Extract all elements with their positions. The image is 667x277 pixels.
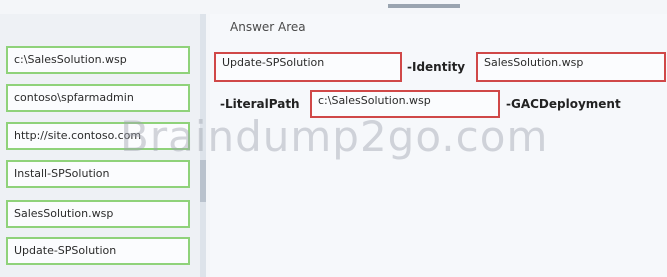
source-item-spfarmadmin[interactable]: contoso\spfarmadmin xyxy=(6,84,190,112)
source-item-salessolution-path[interactable]: c:\SalesSolution.wsp xyxy=(6,46,190,74)
panel-resize-grip[interactable] xyxy=(388,4,460,8)
answer-slot-literalpath[interactable]: c:\SalesSolution.wsp xyxy=(310,90,500,118)
source-item-site-url[interactable]: http://site.contoso.com xyxy=(6,122,190,150)
gacdeployment-parameter-label: -GACDeployment xyxy=(506,97,621,111)
source-item-install-spsolution[interactable]: Install-SPSolution xyxy=(6,160,190,188)
source-item-update-spsolution[interactable]: Update-SPSolution xyxy=(6,237,190,265)
answer-slot-cmdlet[interactable]: Update-SPSolution xyxy=(214,52,402,82)
identity-parameter-label: -Identity xyxy=(407,60,466,74)
answer-area-panel: Answer Area Update-SPSolution -Identity … xyxy=(210,14,667,277)
scrollbar-thumb[interactable] xyxy=(200,160,206,202)
answer-area-title: Answer Area xyxy=(230,20,306,34)
literalpath-parameter-label: -LiteralPath xyxy=(220,97,300,111)
answer-slot-identity[interactable]: SalesSolution.wsp xyxy=(476,52,666,82)
source-item-salessolution-wsp[interactable]: SalesSolution.wsp xyxy=(6,200,190,228)
source-list-panel: c:\SalesSolution.wsp contoso\spfarmadmin… xyxy=(0,14,200,277)
panel-divider xyxy=(200,14,206,277)
